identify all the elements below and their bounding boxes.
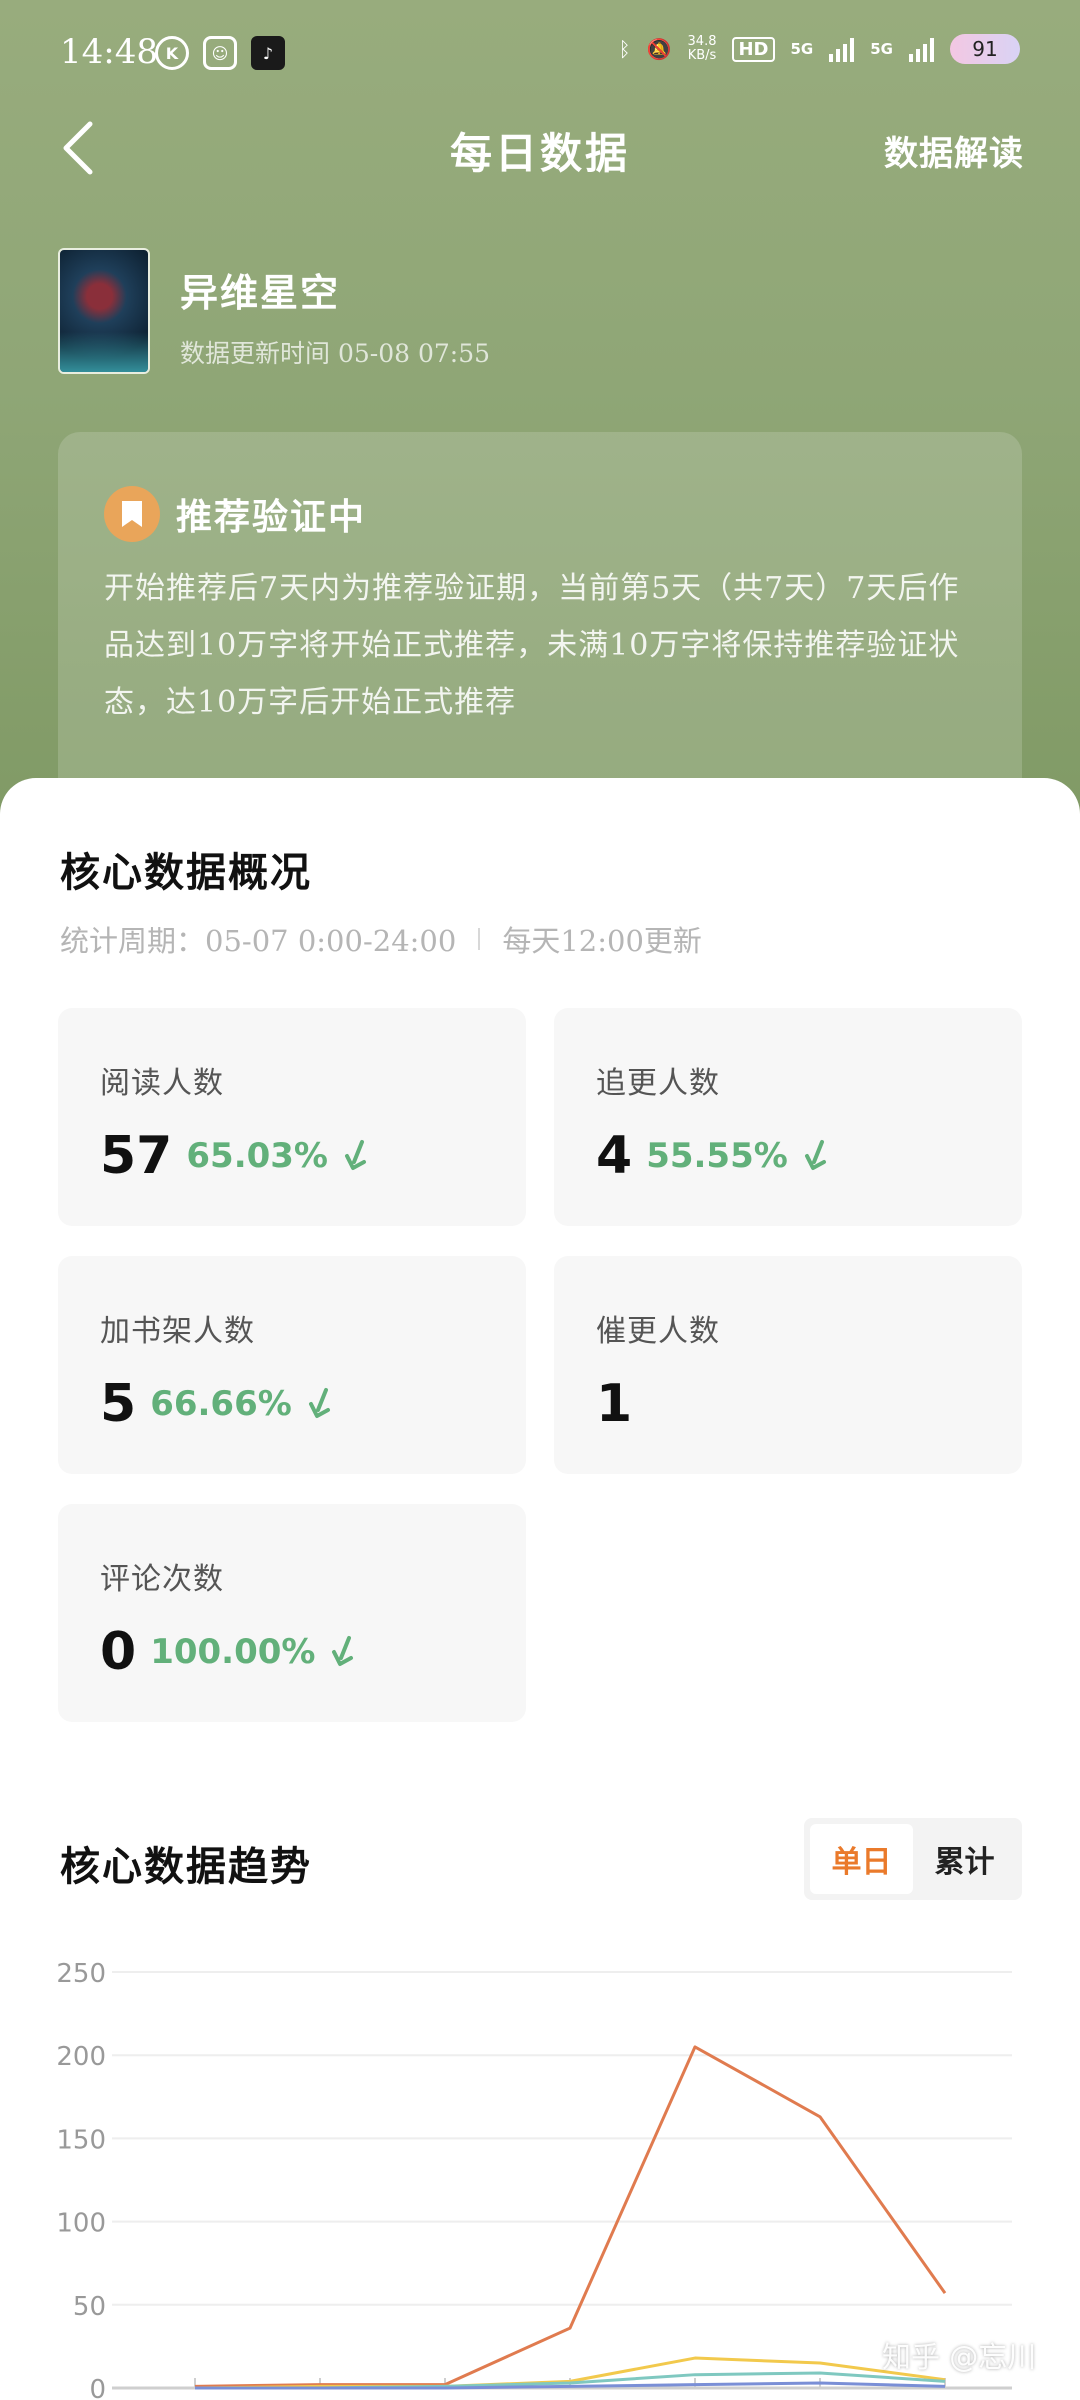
stat-value: 1 [596, 1374, 633, 1434]
stat-value: 4 [596, 1126, 633, 1186]
stat-card-comments: 评论次数 0 100.00% [58, 1504, 526, 1722]
status-right-icons: ᛒ 🔕 34.8 KB/s HD 5G 5G 91 [619, 34, 1020, 64]
trend-down-icon [804, 1140, 826, 1170]
series-line-0 [194, 2045, 947, 2388]
book-cover[interactable] [58, 248, 150, 374]
book-name: 异维星空 [180, 270, 341, 315]
sim1-label: 5G [790, 40, 814, 58]
stat-label: 追更人数 [596, 1066, 720, 1101]
recommendation-notice-card: 推荐验证中 开始推荐后7天内为推荐验证期，当前第5天（共7天）7天后作品达到10… [58, 432, 1022, 812]
net-speed-value: 34.8 [687, 34, 717, 49]
sim2-label: 5G [870, 40, 893, 58]
stat-change: 65.03% [186, 1136, 328, 1176]
trend-mode-toggle: 单日 累计 [804, 1818, 1022, 1900]
stat-card-bookshelf: 加书架人数 5 66.66% [58, 1256, 526, 1474]
y-tick-label: 50 [73, 2292, 106, 2322]
battery-indicator: 91 [950, 34, 1020, 64]
mute-icon: 🔕 [646, 37, 672, 61]
overview-title: 核心数据概况 [60, 849, 312, 896]
y-tick-label: 100 [56, 2209, 106, 2239]
hd-icon: HD [732, 36, 775, 62]
stat-card-followers: 追更人数 4 55.55% [554, 1008, 1022, 1226]
stat-label: 加书架人数 [100, 1314, 255, 1349]
status-app-icons: K ☺ ♪ [155, 36, 285, 70]
status-time: 14:48 [60, 32, 158, 72]
stat-change: 100.00% [150, 1632, 316, 1672]
watermark: 知乎 @忘川 [882, 2340, 1037, 2374]
stat-value: 57 [100, 1126, 173, 1186]
period-divider [478, 928, 481, 950]
notice-text: 开始推荐后7天内为推荐验证期，当前第5天（共7天）7天后作品达到10万字将开始正… [104, 571, 960, 720]
trend-down-icon [308, 1388, 330, 1418]
stat-label: 评论次数 [100, 1562, 224, 1597]
period-text: 统计周期：05-07 0:00-24:00 [60, 924, 457, 958]
trend-down-icon [332, 1636, 354, 1666]
game-app-icon: ☺ [203, 36, 237, 70]
data-interpretation-link[interactable]: 数据解读 [884, 126, 1024, 175]
stat-value: 0 [100, 1622, 137, 1682]
y-tick-label: 250 [56, 1959, 106, 1989]
toggle-daily[interactable]: 单日 [810, 1824, 913, 1894]
update-rule-text: 每天12:00更新 [502, 924, 702, 958]
data-update-time: 数据更新时间 05-08 07:55 [180, 339, 491, 368]
trend-title: 核心数据趋势 [60, 1843, 312, 1890]
y-tick-label: 150 [56, 2125, 106, 2155]
stat-label: 催更人数 [596, 1314, 720, 1349]
signal-1-icon [829, 36, 855, 62]
net-speed-unit: KB/s [687, 48, 717, 63]
y-tick-label: 0 [89, 2375, 106, 2400]
trend-down-icon [345, 1140, 366, 1170]
tiktok-icon: ♪ [251, 36, 285, 70]
bookmark-icon [104, 486, 160, 542]
stat-value: 5 [100, 1374, 137, 1434]
toggle-cumulative[interactable]: 累计 [913, 1824, 1016, 1894]
notice-title: 推荐验证中 [176, 496, 367, 538]
stat-card-urge-update: 催更人数 1 [554, 1256, 1022, 1474]
stat-card-readers: 阅读人数 57 65.03% [58, 1008, 526, 1226]
stat-change: 55.55% [646, 1136, 788, 1176]
bluetooth-icon: ᛒ [618, 37, 631, 61]
net-speed: 34.8 KB/s [688, 35, 717, 63]
trend-line-chart: 0 50 100 150 200 250 [56, 1959, 1012, 2400]
stat-label: 阅读人数 [100, 1066, 224, 1101]
stat-period: 统计周期：05-07 0:00-24:00 每天12:00更新 [60, 918, 702, 960]
stat-change: 66.66% [150, 1384, 292, 1424]
signal-2-icon [909, 36, 934, 62]
status-bar: 14:48 K ☺ ♪ ᛒ 🔕 34.8 KB/s HD 5G 5G 91 [0, 0, 1080, 110]
k-app-icon: K [155, 36, 189, 70]
y-tick-label: 200 [56, 2042, 106, 2072]
